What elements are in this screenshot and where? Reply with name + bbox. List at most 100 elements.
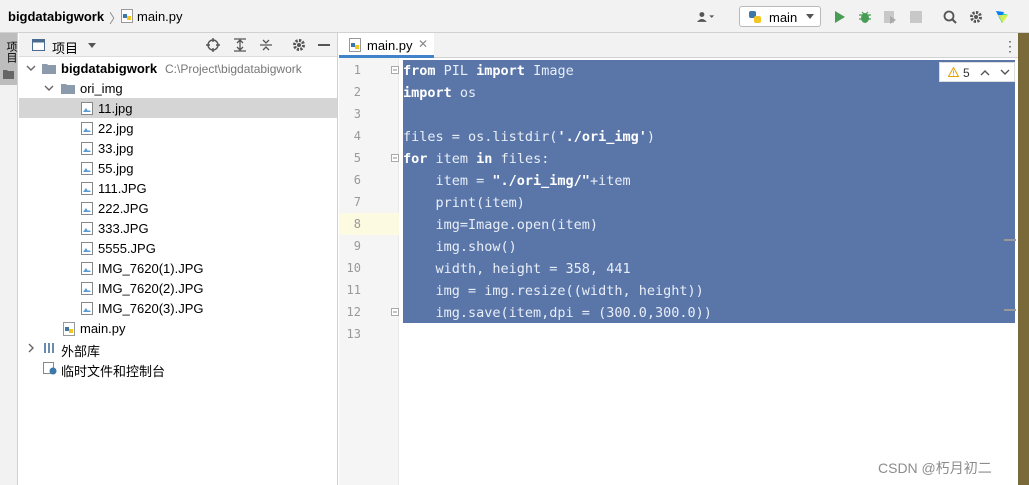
python-icon (749, 11, 761, 23)
code-line: from PIL import Image (403, 63, 574, 79)
tree-item-image-file[interactable]: 333.JPG (19, 218, 337, 238)
code-area[interactable]: from PIL import Image import os files = … (399, 58, 1029, 485)
tree-item-label: ori_img (80, 81, 123, 96)
background-window-edge (1018, 33, 1029, 485)
coverage-icon[interactable] (881, 8, 899, 26)
tree-item-image-file[interactable]: 33.jpg (19, 138, 337, 158)
code-line: width, height = 358, 441 (403, 261, 631, 277)
tree-item-main-py[interactable]: main.py (19, 318, 337, 338)
python-file-icon (349, 38, 361, 52)
tree-item-label: 临时文件和控制台 (61, 364, 166, 379)
fold-icon[interactable] (391, 66, 399, 74)
line-number: 1 (353, 63, 361, 77)
debug-icon[interactable] (856, 8, 874, 26)
chevron-down-icon[interactable] (1000, 69, 1010, 76)
folder-icon (61, 84, 75, 94)
fold-icon[interactable] (391, 308, 399, 316)
tree-item-label: 33.jpg (98, 141, 134, 156)
tree-item-image-file[interactable]: 22.jpg (19, 118, 337, 138)
tree-item-image-file[interactable]: 5555.JPG (19, 238, 337, 258)
locate-file-icon[interactable] (206, 38, 220, 52)
image-file-icon (81, 122, 93, 135)
image-file-icon (81, 142, 93, 155)
chevron-down-icon[interactable] (43, 82, 55, 94)
project-view-icon (32, 39, 45, 51)
tree-item-scratches[interactable]: 临时文件和控制台 (19, 358, 337, 379)
fold-icon[interactable] (391, 154, 399, 162)
line-number: 6 (353, 173, 361, 187)
project-panel-title[interactable]: 项目 (52, 38, 78, 57)
editor-tab-bar: main.py ✕ ⋮ (339, 33, 1029, 58)
image-file-icon (81, 262, 93, 275)
breadcrumb-file[interactable]: main.py (137, 9, 183, 24)
tab-main-py[interactable]: main.py ✕ (339, 33, 434, 58)
line-number: 5 (353, 151, 361, 165)
code-line: img = img.resize((width, height)) (403, 283, 704, 299)
warning-count: 5 (963, 66, 970, 80)
image-file-icon (81, 242, 93, 255)
tree-item-image-file[interactable]: 222.JPG (19, 198, 337, 218)
tree-item-label: 111.JPG (98, 181, 147, 196)
project-panel: 项目 bigdatabigwork C:\Project\bigdatabigw… (19, 33, 338, 485)
settings-icon[interactable] (292, 38, 306, 52)
line-number: 12 (346, 305, 361, 319)
navigation-bar: bigdatabigwork 〉 main.py main (0, 0, 1029, 33)
tree-item-image-file[interactable]: IMG_7620(2).JPG (19, 278, 337, 298)
tree-item-image-file[interactable]: 11.jpg (19, 98, 337, 118)
code-line: print(item) (403, 195, 525, 211)
collapse-all-icon[interactable] (259, 38, 273, 52)
scroll-marker (1004, 309, 1016, 311)
image-file-icon (81, 162, 93, 175)
scratch-console-icon (43, 362, 57, 375)
gear-icon[interactable] (967, 8, 985, 26)
tree-item-project-root[interactable]: bigdatabigwork C:\Project\bigdatabigwork (19, 58, 337, 78)
chevron-right-icon[interactable] (25, 342, 37, 354)
library-icon (44, 343, 54, 353)
user-icon[interactable] (697, 8, 715, 26)
chevron-up-icon[interactable] (980, 69, 990, 76)
folder-icon (42, 64, 56, 74)
tree-item-label: 22.jpg (98, 121, 134, 136)
tree-item-image-file[interactable]: IMG_7620(3).JPG (19, 298, 337, 318)
code-line: files = os.listdir('./ori_img') (403, 129, 655, 145)
tree-item-image-file[interactable]: IMG_7620(1).JPG (19, 258, 337, 278)
tab-label: main.py (367, 38, 413, 53)
image-file-icon (81, 182, 93, 195)
tree-item-ori-img[interactable]: ori_img (19, 78, 337, 98)
breadcrumb-project[interactable]: bigdatabigwork (8, 9, 104, 24)
inspection-widget[interactable]: 5 (939, 62, 1015, 82)
line-number: 9 (353, 239, 361, 253)
tree-item-label: main.py (80, 321, 126, 336)
code-line: for item in files: (403, 151, 550, 167)
image-file-icon (81, 102, 93, 115)
jetbrains-logo-icon[interactable] (993, 8, 1011, 26)
more-options-icon[interactable]: ⋮ (1003, 38, 1017, 55)
project-tool-tab-label: 项目 (5, 41, 17, 63)
tree-item-image-file[interactable]: 111.JPG (19, 178, 337, 198)
view-mode-chevron-icon[interactable] (88, 43, 96, 48)
line-number: 7 (353, 195, 361, 209)
python-file-icon (121, 9, 133, 23)
search-icon[interactable] (941, 8, 959, 26)
tree-item-external-libraries[interactable]: 外部库 (19, 338, 337, 359)
line-number: 13 (346, 327, 361, 341)
run-config-label: main (769, 10, 798, 25)
code-line: img.save(item,dpi = (300.0,300.0)) (403, 305, 712, 321)
chevron-down-icon[interactable] (25, 62, 37, 74)
run-config-select[interactable]: main (739, 6, 821, 27)
code-line: import os (403, 85, 477, 101)
line-number: 4 (353, 129, 361, 143)
close-icon[interactable]: ✕ (418, 37, 428, 51)
expand-all-icon[interactable] (233, 38, 247, 52)
chevron-down-icon (806, 14, 814, 19)
code-editor: main.py ✕ ⋮ 1 2 3 4 5 6 7 8 9 10 11 12 1… (339, 33, 1029, 485)
tree-item-label: IMG_7620(3).JPG (98, 301, 204, 316)
stop-icon[interactable] (907, 8, 925, 26)
line-number: 3 (353, 107, 361, 121)
code-line: img=Image.open(item) (403, 217, 599, 233)
run-icon[interactable] (831, 8, 849, 26)
minimize-icon[interactable] (318, 44, 330, 46)
tree-item-image-file[interactable]: 55.jpg (19, 158, 337, 178)
image-file-icon (81, 282, 93, 295)
code-line: img.show() (403, 239, 517, 255)
